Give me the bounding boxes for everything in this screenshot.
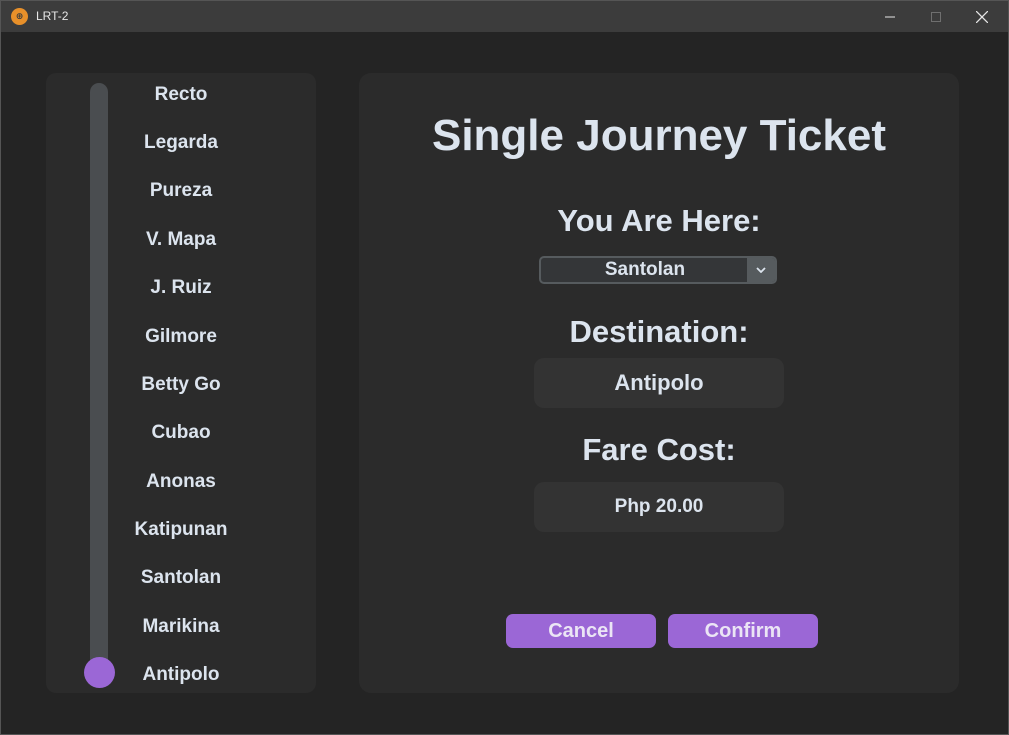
station-label-santolan: Santolan [140,567,222,588]
chevron-down-icon [756,267,766,273]
origin-dropdown-value[interactable]: Santolan [541,258,749,282]
station-label-v-mapa: V. Mapa [145,229,217,250]
origin-dropdown[interactable]: Santolan [539,256,777,284]
page-title: Single Journey Ticket [431,111,886,160]
station-label-katipunan: Katipunan [134,519,228,540]
app-window: ⊕ LRT-2 Recto Legarda Pureza V. Mapa J. … [0,0,1009,735]
maximize-button[interactable] [913,1,959,32]
lrt-logo-icon: ⊕ [11,8,28,25]
station-label-gilmore: Gilmore [145,326,217,347]
station-label-antipolo: Antipolo [142,664,220,685]
title-bar[interactable]: ⊕ LRT-2 [1,1,1008,32]
origin-label: You Are Here: [557,203,761,238]
minimize-button[interactable] [867,1,913,32]
destination-display: Antipolo [534,358,784,408]
destination-label: Destination: [569,314,749,349]
origin-dropdown-toggle[interactable] [747,258,775,282]
cancel-button[interactable]: Cancel [506,614,656,648]
station-label-pureza: Pureza [149,180,213,201]
ticket-panel: Single Journey Ticket You Are Here: Sant… [359,73,959,693]
station-label-anonas: Anonas [146,471,216,492]
station-label-marikina: Marikina [142,616,220,637]
fare-label: Fare Cost: [582,432,736,467]
close-button[interactable] [959,1,1005,32]
station-label-betty-go: Betty Go [141,374,221,395]
station-label-cubao: Cubao [151,422,211,443]
fare-display: Php 20.00 [534,482,784,532]
minimize-icon [885,16,895,17]
maximize-icon [931,11,941,22]
station-label-recto: Recto [154,84,208,105]
station-label-j-ruiz: J. Ruiz [150,277,212,298]
station-label-legarda: Legarda [144,132,218,153]
confirm-button[interactable]: Confirm [668,614,818,648]
station-selector-panel: Recto Legarda Pureza V. Mapa J. Ruiz Gil… [46,73,316,693]
window-title: LRT-2 [36,9,69,23]
close-icon [976,10,988,23]
